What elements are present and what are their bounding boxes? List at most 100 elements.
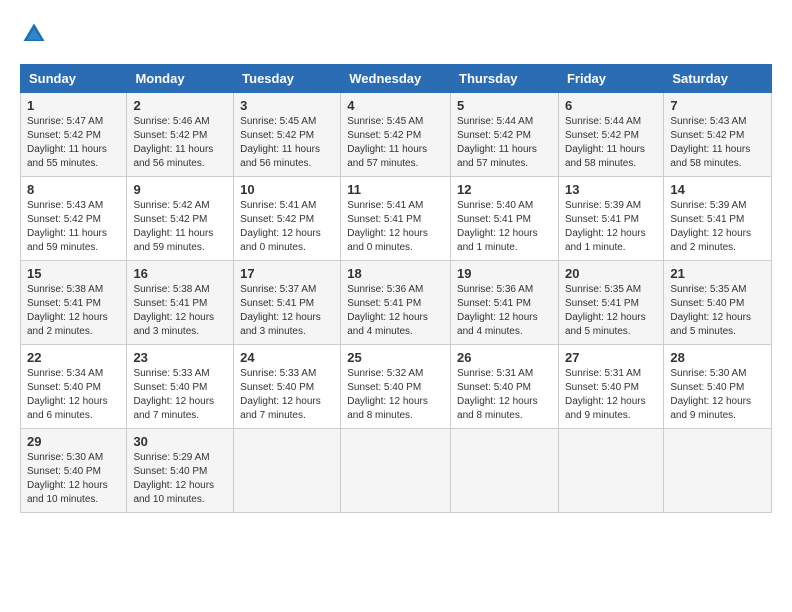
day-number: 9: [133, 182, 227, 197]
calendar-week-row: 8 Sunrise: 5:43 AM Sunset: 5:42 PM Daylig…: [21, 177, 772, 261]
day-info: Sunrise: 5:30 AM Sunset: 5:40 PM Dayligh…: [670, 367, 765, 423]
day-info: Sunrise: 5:41 AM Sunset: 5:41 PM Dayligh…: [347, 199, 444, 255]
calendar-cell: 28 Sunrise: 5:30 AM Sunset: 5:40 PM Dayli…: [664, 345, 772, 429]
weekday-header: Tuesday: [234, 65, 341, 93]
day-number: 29: [27, 434, 120, 449]
calendar-cell: 30 Sunrise: 5:29 AM Sunset: 5:40 PM Dayli…: [127, 429, 234, 513]
calendar-table: SundayMondayTuesdayWednesdayThursdayFrid…: [20, 64, 772, 513]
calendar-cell: 2 Sunrise: 5:46 AM Sunset: 5:42 PM Daylig…: [127, 93, 234, 177]
day-info: Sunrise: 5:45 AM Sunset: 5:42 PM Dayligh…: [240, 115, 334, 171]
day-number: 20: [565, 266, 657, 281]
day-number: 4: [347, 98, 444, 113]
calendar-cell: 8 Sunrise: 5:43 AM Sunset: 5:42 PM Daylig…: [21, 177, 127, 261]
weekday-header: Sunday: [21, 65, 127, 93]
calendar-cell: 25 Sunrise: 5:32 AM Sunset: 5:40 PM Dayli…: [341, 345, 451, 429]
day-info: Sunrise: 5:42 AM Sunset: 5:42 PM Dayligh…: [133, 199, 227, 255]
calendar-cell: [558, 429, 663, 513]
day-info: Sunrise: 5:37 AM Sunset: 5:41 PM Dayligh…: [240, 283, 334, 339]
day-info: Sunrise: 5:43 AM Sunset: 5:42 PM Dayligh…: [27, 199, 120, 255]
calendar-cell: 13 Sunrise: 5:39 AM Sunset: 5:41 PM Dayli…: [558, 177, 663, 261]
day-number: 3: [240, 98, 334, 113]
calendar-cell: 24Sunrise: 5:33 AM Sunset: 5:40 PM Dayli…: [234, 345, 341, 429]
calendar-cell: [664, 429, 772, 513]
calendar-cell: 18 Sunrise: 5:36 AM Sunset: 5:41 PM Dayli…: [341, 261, 451, 345]
day-info: Sunrise: 5:33 AM Sunset: 5:40 PM Dayligh…: [240, 367, 334, 423]
day-info: Sunrise: 5:33 AM Sunset: 5:40 PM Dayligh…: [133, 367, 227, 423]
calendar-cell: 6 Sunrise: 5:44 AM Sunset: 5:42 PM Daylig…: [558, 93, 663, 177]
calendar-cell: 21 Sunrise: 5:35 AM Sunset: 5:40 PM Dayli…: [664, 261, 772, 345]
day-number: 12: [457, 182, 552, 197]
day-info: Sunrise: 5:39 AM Sunset: 5:41 PM Dayligh…: [565, 199, 657, 255]
calendar-week-row: 29 Sunrise: 5:30 AM Sunset: 5:40 PM Dayli…: [21, 429, 772, 513]
day-number: 19: [457, 266, 552, 281]
calendar-week-row: 22 Sunrise: 5:34 AM Sunset: 5:40 PM Dayli…: [21, 345, 772, 429]
day-number: 16: [133, 266, 227, 281]
day-info: Sunrise: 5:36 AM Sunset: 5:41 PM Dayligh…: [457, 283, 552, 339]
weekday-header: Thursday: [451, 65, 559, 93]
day-info: Sunrise: 5:47 AM Sunset: 5:42 PM Dayligh…: [27, 115, 120, 171]
weekday-header-row: SundayMondayTuesdayWednesdayThursdayFrid…: [21, 65, 772, 93]
day-info: Sunrise: 5:44 AM Sunset: 5:42 PM Dayligh…: [565, 115, 657, 171]
day-info: Sunrise: 5:35 AM Sunset: 5:40 PM Dayligh…: [670, 283, 765, 339]
day-number: 5: [457, 98, 552, 113]
day-info: Sunrise: 5:41 AM Sunset: 5:42 PM Dayligh…: [240, 199, 334, 255]
day-number: 22: [27, 350, 120, 365]
day-number: 11: [347, 182, 444, 197]
day-info: Sunrise: 5:46 AM Sunset: 5:42 PM Dayligh…: [133, 115, 227, 171]
calendar-cell: [451, 429, 559, 513]
weekday-header: Wednesday: [341, 65, 451, 93]
calendar-cell: 26Sunrise: 5:31 AM Sunset: 5:40 PM Dayli…: [451, 345, 559, 429]
day-info: Sunrise: 5:44 AM Sunset: 5:42 PM Dayligh…: [457, 115, 552, 171]
day-number: 30: [133, 434, 227, 449]
day-number: 26: [457, 350, 552, 365]
page-header: [20, 20, 772, 48]
day-number: 23: [133, 350, 227, 365]
calendar-cell: 15 Sunrise: 5:38 AM Sunset: 5:41 PM Dayli…: [21, 261, 127, 345]
calendar-cell: [234, 429, 341, 513]
logo-icon: [20, 20, 48, 48]
calendar-cell: 29 Sunrise: 5:30 AM Sunset: 5:40 PM Dayli…: [21, 429, 127, 513]
day-info: Sunrise: 5:31 AM Sunset: 5:40 PM Dayligh…: [565, 367, 657, 423]
day-number: 13: [565, 182, 657, 197]
calendar-cell: 16 Sunrise: 5:38 AM Sunset: 5:41 PM Dayli…: [127, 261, 234, 345]
calendar-cell: 4Sunrise: 5:45 AM Sunset: 5:42 PM Daylig…: [341, 93, 451, 177]
calendar-cell: 11 Sunrise: 5:41 AM Sunset: 5:41 PM Dayli…: [341, 177, 451, 261]
day-number: 14: [670, 182, 765, 197]
day-info: Sunrise: 5:40 AM Sunset: 5:41 PM Dayligh…: [457, 199, 552, 255]
day-info: Sunrise: 5:29 AM Sunset: 5:40 PM Dayligh…: [133, 451, 227, 507]
day-info: Sunrise: 5:36 AM Sunset: 5:41 PM Dayligh…: [347, 283, 444, 339]
calendar-cell: 1 Sunrise: 5:47 AM Sunset: 5:42 PM Daylig…: [21, 93, 127, 177]
day-info: Sunrise: 5:30 AM Sunset: 5:40 PM Dayligh…: [27, 451, 120, 507]
day-number: 17: [240, 266, 334, 281]
day-number: 21: [670, 266, 765, 281]
calendar-cell: 23 Sunrise: 5:33 AM Sunset: 5:40 PM Dayli…: [127, 345, 234, 429]
day-number: 6: [565, 98, 657, 113]
day-info: Sunrise: 5:38 AM Sunset: 5:41 PM Dayligh…: [27, 283, 120, 339]
calendar-week-row: 1 Sunrise: 5:47 AM Sunset: 5:42 PM Daylig…: [21, 93, 772, 177]
day-number: 7: [670, 98, 765, 113]
day-info: Sunrise: 5:43 AM Sunset: 5:42 PM Dayligh…: [670, 115, 765, 171]
calendar-cell: 27 Sunrise: 5:31 AM Sunset: 5:40 PM Dayli…: [558, 345, 663, 429]
calendar-cell: 14Sunrise: 5:39 AM Sunset: 5:41 PM Dayli…: [664, 177, 772, 261]
day-info: Sunrise: 5:38 AM Sunset: 5:41 PM Dayligh…: [133, 283, 227, 339]
day-number: 2: [133, 98, 227, 113]
day-number: 18: [347, 266, 444, 281]
day-number: 8: [27, 182, 120, 197]
logo: [20, 20, 52, 48]
calendar-cell: 9 Sunrise: 5:42 AM Sunset: 5:42 PM Daylig…: [127, 177, 234, 261]
day-number: 15: [27, 266, 120, 281]
day-number: 28: [670, 350, 765, 365]
calendar-cell: 17 Sunrise: 5:37 AM Sunset: 5:41 PM Dayli…: [234, 261, 341, 345]
calendar-cell: 5 Sunrise: 5:44 AM Sunset: 5:42 PM Daylig…: [451, 93, 559, 177]
day-number: 1: [27, 98, 120, 113]
day-info: Sunrise: 5:35 AM Sunset: 5:41 PM Dayligh…: [565, 283, 657, 339]
day-number: 25: [347, 350, 444, 365]
calendar-cell: 10Sunrise: 5:41 AM Sunset: 5:42 PM Dayli…: [234, 177, 341, 261]
day-info: Sunrise: 5:32 AM Sunset: 5:40 PM Dayligh…: [347, 367, 444, 423]
weekday-header: Monday: [127, 65, 234, 93]
day-info: Sunrise: 5:34 AM Sunset: 5:40 PM Dayligh…: [27, 367, 120, 423]
calendar-cell: 3 Sunrise: 5:45 AM Sunset: 5:42 PM Daylig…: [234, 93, 341, 177]
calendar-cell: 22 Sunrise: 5:34 AM Sunset: 5:40 PM Dayli…: [21, 345, 127, 429]
day-number: 27: [565, 350, 657, 365]
weekday-header: Friday: [558, 65, 663, 93]
